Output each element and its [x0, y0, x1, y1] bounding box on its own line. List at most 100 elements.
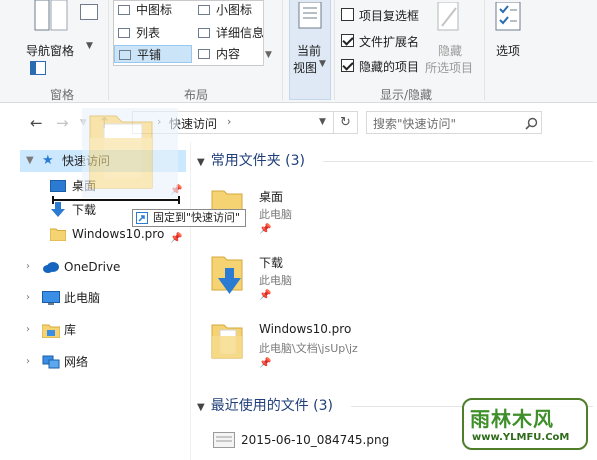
show-hide-group-label: 显示/隐藏	[380, 88, 433, 102]
search-icon	[525, 117, 538, 130]
watermark-url: www.YLMFU.CoM	[472, 432, 570, 443]
layout-item-label: 平铺	[137, 48, 162, 62]
layout-item-label: 详细信息	[216, 26, 265, 40]
chevron-down-icon[interactable]: ▼	[26, 150, 34, 172]
forward-arrow-icon[interactable]: →	[56, 114, 69, 132]
folder-tile[interactable]: Windows10.pro 此电脑\文档\jsUp\jz 📌	[211, 322, 571, 382]
cloud-icon	[43, 262, 59, 273]
file-extensions-checkbox[interactable]	[341, 34, 354, 47]
file-name: 2015-06-10_084745.png	[241, 433, 390, 447]
hidden-items-checkbox[interactable]	[341, 59, 354, 72]
layout-gallery: 中图标 小图标 列表 详细信息 平铺 内容	[113, 0, 275, 66]
pin-icon[interactable]: 📌	[259, 358, 271, 369]
nav-item-onedrive[interactable]: › OneDrive	[20, 256, 186, 278]
content-icon	[198, 49, 210, 59]
nav-item-this-pc[interactable]: › 此电脑	[20, 287, 186, 309]
nav-item-label: 此电脑	[64, 291, 101, 305]
chevron-down-icon: ▼	[86, 41, 93, 51]
layout-list[interactable]: 列表	[114, 24, 194, 42]
details-icon	[198, 28, 210, 38]
layout-small-icons[interactable]: 小图标	[194, 1, 274, 19]
drop-insertion-marker	[52, 196, 180, 204]
layout-item-label: 小图标	[216, 3, 253, 17]
pane-group-label: 窗格	[50, 88, 75, 102]
pin-icon[interactable]: 📌	[259, 224, 271, 235]
folder-name: Windows10.pro	[259, 322, 352, 336]
folder-name: 下载	[259, 256, 284, 270]
item-checkboxes-checkbox[interactable]	[341, 8, 354, 21]
nav-pane-button[interactable]: 导航窗格	[26, 42, 74, 59]
group-separator	[282, 0, 283, 100]
preview-pane-icon[interactable]	[80, 4, 98, 20]
current-view-label: 当前	[297, 44, 322, 58]
chevron-right-icon[interactable]: ›	[26, 287, 30, 309]
chevron-right-icon[interactable]: ›	[26, 351, 30, 373]
downloads-folder-icon	[211, 256, 243, 294]
nav-item-libraries[interactable]: › 库	[20, 319, 186, 341]
folder-name: 桌面	[259, 190, 284, 204]
navigation-pane-icon	[34, 0, 68, 31]
desktop-icon	[50, 180, 66, 192]
drag-tooltip: 固定到"快速访问"	[132, 209, 247, 227]
current-view-label: 视图	[293, 61, 318, 75]
hide-selected-button[interactable]: 隐藏	[438, 42, 462, 59]
star-icon: ★	[42, 153, 54, 168]
details-pane-icon[interactable]	[30, 61, 46, 75]
folder-location: 此电脑\文档\jsUp\jz	[259, 342, 358, 355]
hide-selected-button-label: 所选项目	[425, 61, 474, 75]
folder-icon	[82, 108, 178, 198]
watermark-title: 雨林木风	[470, 407, 554, 431]
pin-icon[interactable]: 📌	[259, 290, 271, 301]
nav-item-label: 下载	[72, 203, 97, 217]
link-arrow-icon	[136, 212, 148, 224]
recent-files-header[interactable]: ▼ 最近使用的文件 (3)	[197, 395, 333, 417]
layout-tiles[interactable]: 平铺	[114, 45, 192, 63]
section-divider	[323, 161, 593, 162]
section-title: 最近使用的文件 (3)	[210, 398, 333, 414]
file-extensions-label: 文件扩展名	[359, 35, 420, 49]
options-button[interactable]: 选项	[496, 42, 520, 59]
folder-icon	[50, 228, 66, 241]
library-icon	[42, 324, 60, 338]
medium-icons-icon	[118, 5, 130, 15]
search-placeholder: 搜索"快速访问"	[373, 117, 457, 131]
layout-content[interactable]: 内容	[194, 45, 274, 63]
chevron-down-icon[interactable]: ▼	[265, 50, 272, 60]
layout-item-label: 列表	[136, 26, 161, 40]
frequent-folders-header[interactable]: ▼ 常用文件夹 (3)	[197, 150, 305, 172]
layout-group-label: 布局	[184, 88, 209, 102]
refresh-icon[interactable]: ↻	[333, 112, 357, 133]
chevron-right-icon[interactable]: ›	[26, 319, 30, 341]
tiles-icon	[119, 50, 131, 60]
chevron-down-icon[interactable]: ▼	[197, 157, 205, 168]
nav-item-label: 库	[64, 323, 77, 337]
layout-details[interactable]: 详细信息	[194, 24, 274, 42]
breadcrumb-separator-icon: ›	[227, 115, 232, 128]
address-dropdown-chevron-icon[interactable]: ▼	[319, 117, 326, 127]
nav-item-network[interactable]: › 网络	[20, 351, 186, 373]
group-separator	[334, 0, 335, 100]
layout-item-label: 中图标	[136, 3, 173, 17]
chevron-down-icon[interactable]: ▼	[197, 402, 205, 413]
folder-location: 此电脑	[259, 208, 292, 221]
watermark-logo: 雨林木风 www.YLMFU.CoM	[462, 398, 588, 450]
back-arrow-icon[interactable]: ←	[30, 114, 43, 132]
layout-item-label: 内容	[216, 47, 241, 61]
item-checkboxes-label: 项目复选框	[359, 9, 420, 23]
chevron-right-icon[interactable]: ›	[26, 256, 30, 278]
computer-icon	[42, 291, 60, 305]
list-icon	[118, 28, 130, 38]
folder-tile[interactable]: 下载 此电脑 📌	[211, 254, 571, 314]
small-icons-icon	[198, 5, 210, 15]
hidden-items-label: 隐藏的项目	[359, 60, 420, 74]
group-separator	[484, 0, 485, 100]
folder-icon	[211, 324, 243, 359]
hide-selected-icon	[437, 2, 459, 31]
options-icon	[495, 2, 521, 31]
network-icon	[42, 355, 60, 369]
section-title: 常用文件夹 (3)	[210, 153, 305, 169]
dragged-folder-ghost	[82, 108, 182, 200]
layout-medium-icons[interactable]: 中图标	[114, 1, 194, 19]
folder-tile[interactable]: 桌面 此电脑 📌	[211, 188, 571, 248]
search-input[interactable]: 搜索"快速访问"	[366, 111, 542, 134]
